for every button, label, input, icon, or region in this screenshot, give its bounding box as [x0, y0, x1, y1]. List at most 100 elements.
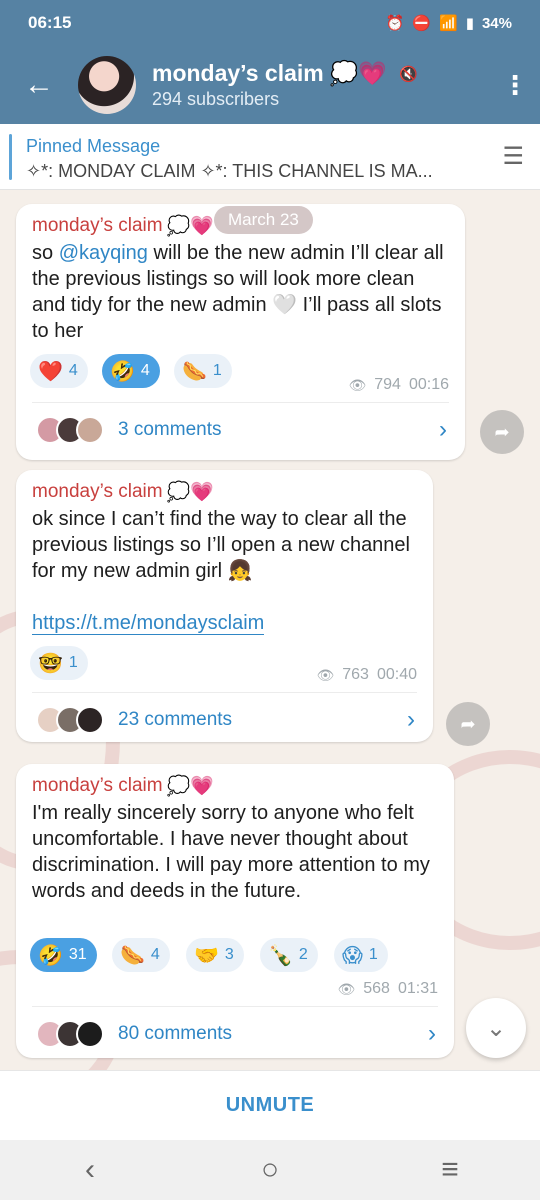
- comments-count: 3 comments: [118, 419, 222, 440]
- author-name: monday’s claim: [32, 215, 163, 236]
- message-text: I'm really sincerely sorry to anyone who…: [32, 802, 430, 902]
- reaction-count: 4: [68, 362, 78, 379]
- divider: [32, 1006, 438, 1007]
- message-author[interactable]: monday’s claim 💭💗: [32, 480, 214, 504]
- unmute-bar: UNMUTE: [0, 1070, 540, 1140]
- reaction-chip[interactable]: 🌭 4: [112, 938, 170, 972]
- channel-info[interactable]: monday’s claim 💭💗 🔇 294 subscribers: [152, 60, 490, 110]
- divider: [32, 402, 449, 403]
- comments-count: 23 comments: [118, 709, 233, 730]
- commenter-avatars: [36, 1020, 104, 1048]
- message-meta: 👁 568 01:31: [337, 980, 438, 998]
- views-icon: 👁: [316, 666, 335, 683]
- views-icon: 👁: [337, 980, 356, 997]
- comments-link[interactable]: 23 comments: [36, 706, 232, 734]
- message-author[interactable]: monday’s claim 💭💗: [32, 774, 214, 798]
- message-author[interactable]: monday’s claim 💭💗: [32, 214, 214, 238]
- rofl-emoji: 🤣: [110, 360, 135, 383]
- message-bubble[interactable]: monday’s claim 💭💗 ok since I can’t find …: [16, 470, 433, 742]
- author-emoji: 💭💗: [166, 216, 214, 237]
- nav-back-icon[interactable]: ‹: [40, 1153, 140, 1187]
- nav-home-icon[interactable]: ○: [220, 1153, 320, 1187]
- message-link-wrap: https://t.me/mondaysclaim: [32, 610, 420, 636]
- pinned-indicator: [9, 134, 12, 180]
- share-icon[interactable]: ➦: [446, 702, 490, 746]
- alarm-icon: ⏰: [385, 15, 405, 32]
- reaction-chip[interactable]: 😱 1: [334, 938, 388, 972]
- chevron-right-icon[interactable]: ›: [439, 416, 447, 444]
- reaction-count: 31: [68, 946, 87, 963]
- pinned-message-bar[interactable]: Pinned Message ✧*: MONDAY CLAIM ✧*: THIS…: [0, 124, 540, 190]
- system-nav-bar: ‹ ○ ≡: [0, 1140, 540, 1200]
- heart-emoji: ❤️: [38, 360, 63, 383]
- message-text-part: so: [32, 242, 59, 264]
- battery-icon: ▮: [465, 15, 474, 32]
- views-icon: 👁: [348, 376, 367, 393]
- more-options-icon[interactable]: ⋮: [490, 46, 540, 124]
- reaction-chip[interactable]: ❤️ 4: [30, 354, 88, 388]
- view-count: 568: [363, 980, 390, 997]
- wifi-icon: 📶: [439, 15, 458, 32]
- back-arrow-icon[interactable]: ←: [0, 46, 78, 124]
- reaction-chip[interactable]: 🤝 3: [186, 938, 244, 972]
- message-text: so @kayqing will be the new admin I’ll c…: [32, 240, 452, 344]
- view-count: 794: [374, 376, 401, 393]
- share-icon[interactable]: ➦: [480, 410, 524, 454]
- message-meta: 👁 794 00:16: [348, 376, 449, 394]
- channel-avatar[interactable]: [78, 56, 136, 114]
- message-time: 01:31: [397, 980, 438, 997]
- comments-link[interactable]: 80 comments: [36, 1020, 232, 1048]
- battery-level: 34%: [481, 14, 512, 32]
- scream-emoji: 😱: [342, 944, 363, 967]
- date-pill: March 23: [214, 206, 313, 234]
- muted-icon: 🔇: [399, 65, 418, 83]
- view-count: 763: [342, 666, 369, 683]
- reaction-chip[interactable]: 🤣 31: [30, 938, 97, 972]
- status-icons: ⏰ ⛔ 📶 ▮ 34%: [385, 14, 512, 33]
- channel-name: monday’s claim: [152, 60, 324, 86]
- chevron-right-icon[interactable]: ›: [428, 1020, 436, 1048]
- reaction-count: 1: [368, 946, 378, 963]
- champagne-emoji: 🍾: [268, 944, 293, 967]
- reaction-chip[interactable]: 🤣 4: [102, 354, 160, 388]
- avatar: [76, 1020, 104, 1048]
- comments-link[interactable]: 3 comments: [36, 416, 221, 444]
- rofl-emoji: 🤣: [38, 944, 63, 967]
- hotdog-emoji: 🌭: [182, 360, 207, 383]
- unmute-button[interactable]: UNMUTE: [226, 1094, 315, 1117]
- author-name: monday’s claim: [32, 481, 163, 502]
- message-bubble[interactable]: monday’s claim 💭💗 I'm really sincerely s…: [16, 764, 454, 1058]
- message-list[interactable]: monday’s claim 💭💗 so @kayqing will be th…: [0, 190, 540, 1070]
- commenter-avatars: [36, 416, 104, 444]
- chevron-down-icon: ⌄: [485, 1014, 507, 1042]
- comments-count: 80 comments: [118, 1023, 233, 1044]
- nav-recents-icon[interactable]: ≡: [400, 1153, 500, 1187]
- message-bubble[interactable]: monday’s claim 💭💗 so @kayqing will be th…: [16, 204, 465, 460]
- handshake-emoji: 🤝: [194, 944, 219, 967]
- channel-title-emoji: 💭💗: [329, 60, 387, 86]
- scroll-down-button[interactable]: ⌄: [466, 998, 526, 1058]
- reaction-chip[interactable]: 🍾 2: [260, 938, 318, 972]
- author-name: monday’s claim: [32, 775, 163, 796]
- avatar: [76, 416, 104, 444]
- reaction-count: 1: [68, 654, 78, 671]
- mention-link[interactable]: @kayqing: [59, 242, 148, 264]
- reaction-chip[interactable]: 🌭 1: [174, 354, 232, 388]
- chevron-right-icon[interactable]: ›: [407, 706, 415, 734]
- channel-title: monday’s claim 💭💗 🔇: [152, 60, 490, 87]
- chat-header: ← monday’s claim 💭💗 🔇 294 subscribers ⋮: [0, 46, 540, 124]
- message-link[interactable]: https://t.me/mondaysclaim: [32, 612, 265, 635]
- reaction-count: 1: [212, 362, 222, 379]
- reaction-count: 4: [150, 946, 160, 963]
- status-time: 06:15: [28, 13, 72, 32]
- pinned-list-icon[interactable]: ☰: [502, 142, 524, 171]
- subscriber-count: 294 subscribers: [152, 89, 280, 109]
- pinned-title: Pinned Message: [26, 136, 161, 156]
- reaction-count: 2: [298, 946, 308, 963]
- avatar: [76, 706, 104, 734]
- hotdog-emoji: 🌭: [120, 944, 145, 967]
- message-meta: 👁 763 00:40: [316, 666, 417, 684]
- author-emoji: 💭💗: [166, 776, 214, 797]
- reaction-chip[interactable]: 🤓 1: [30, 646, 88, 680]
- divider: [32, 692, 417, 693]
